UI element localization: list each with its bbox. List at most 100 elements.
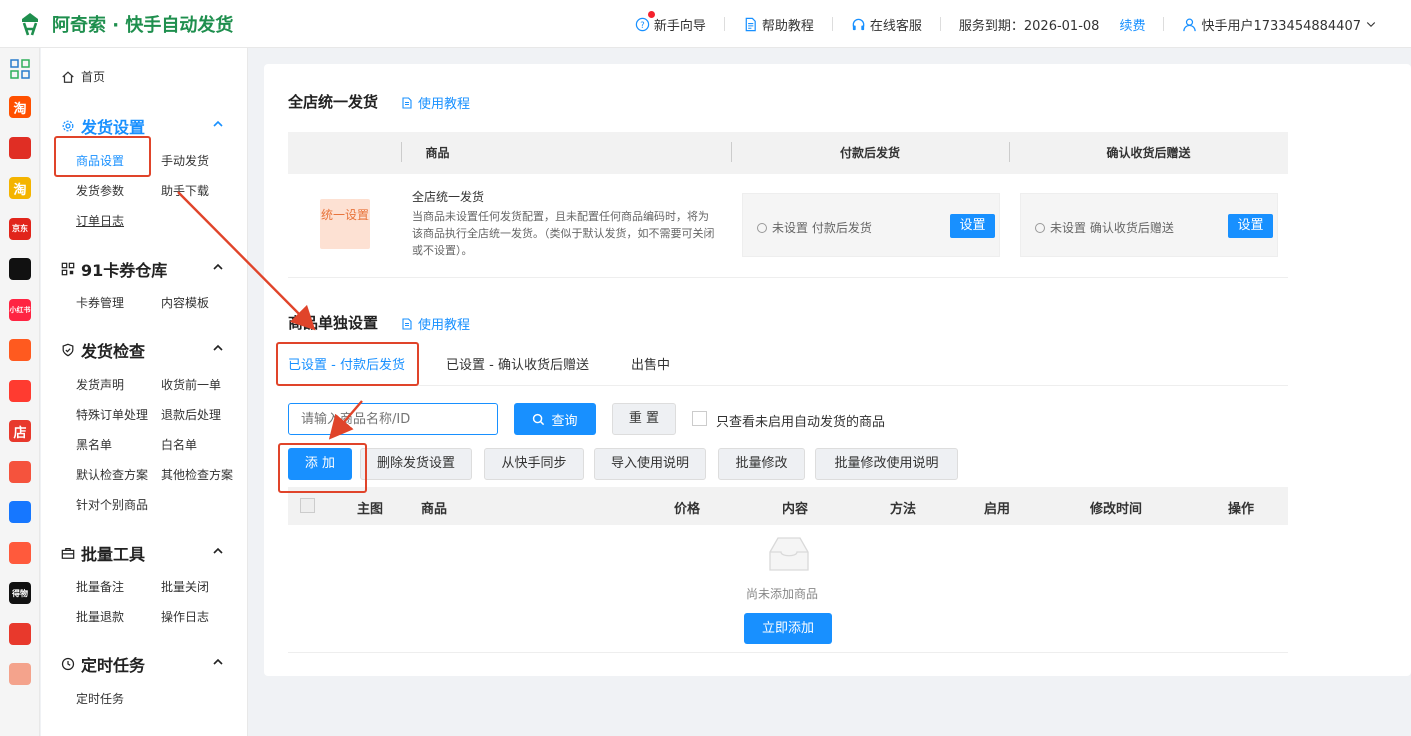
brand-logo[interactable]: 阿奇索 · 快手自动发货 xyxy=(16,10,233,38)
sidebar-item-default-check-plan[interactable]: 默认检查方案 xyxy=(76,466,148,483)
link-app-icon[interactable] xyxy=(9,501,31,523)
pay-delivery-radio[interactable]: 未设置 付款后发货 xyxy=(757,219,872,236)
taobao-app-icon[interactable]: 淘 xyxy=(9,96,31,118)
sidebar-item-batch-refund[interactable]: 批量退款 xyxy=(76,608,124,625)
product-table-header: 主图 商品 价格 内容 方法 启用 修改时间 操作 xyxy=(288,487,1288,525)
header-product: 商品 xyxy=(425,146,450,160)
sidebar-item-order-log[interactable]: 订单日志 xyxy=(76,212,124,229)
empty-state-text: 尚未添加商品 xyxy=(746,587,819,601)
sidebar-item-operation-log[interactable]: 操作日志 xyxy=(161,608,209,625)
col-enabled: 启用 xyxy=(984,502,1011,517)
chevron-up-icon[interactable] xyxy=(213,546,223,556)
douyin-app-icon[interactable] xyxy=(9,258,31,280)
sidebar-item-delivery-statement[interactable]: 发货声明 xyxy=(76,376,124,393)
confirm-gift-set-button[interactable]: 设置 xyxy=(1228,214,1273,238)
sidebar-item-content-template[interactable]: 内容模板 xyxy=(161,294,209,311)
sidebar-item-before-receipt[interactable]: 收货前一单 xyxy=(161,376,221,393)
sidebar-item-specific-products[interactable]: 针对个别商品 xyxy=(76,496,148,513)
batch-edit-button[interactable]: 批量修改 xyxy=(718,448,805,480)
brand-name: 阿奇索 · 快手自动发货 xyxy=(52,15,234,36)
store-table-header: 商品 付款后发货 确认收货后赠送 xyxy=(288,132,1288,174)
sidebar-item-card-management[interactable]: 卡券管理 xyxy=(76,294,124,311)
sidebar-item-blacklist[interactable]: 黑名单 xyxy=(76,436,112,453)
sidebar-item-batch-close[interactable]: 批量关闭 xyxy=(161,578,209,595)
chevron-up-icon[interactable] xyxy=(213,262,223,272)
col-method: 方法 xyxy=(890,502,917,517)
shield-icon xyxy=(62,343,74,357)
highlight-add-button xyxy=(278,443,367,493)
import-instructions-button[interactable]: 导入使用说明 xyxy=(594,448,706,480)
dewu-app-icon[interactable]: 得物 xyxy=(9,582,31,604)
document-icon xyxy=(745,17,756,31)
col-content: 内容 xyxy=(782,502,809,517)
toolbox-icon xyxy=(61,548,75,559)
kuaishou-app-icon[interactable] xyxy=(9,339,31,361)
header-confirm-gift: 确认收货后赠送 xyxy=(1106,146,1191,160)
sidebar-group-card-warehouse[interactable]: 91卡券仓库 xyxy=(61,257,167,281)
user-menu[interactable]: 快手用户1733454884407 xyxy=(1182,15,1381,34)
confirm-gift-box: 未设置 确认收货后赠送 设置 xyxy=(1020,193,1278,257)
store-tutorial-link[interactable]: 使用教程 xyxy=(401,93,470,112)
sidebar-group-delivery-check[interactable]: 发货检查 xyxy=(61,338,145,362)
sidebar-item-assistant-download[interactable]: 助手下载 xyxy=(161,182,209,199)
user-icon xyxy=(1183,18,1197,31)
item-tutorial-link[interactable]: 使用教程 xyxy=(401,314,470,333)
notification-dot xyxy=(647,10,655,18)
chevron-up-icon[interactable] xyxy=(213,119,223,129)
sync-kuaishou-button[interactable]: 从快手同步 xyxy=(484,448,584,480)
sidebar-item-batch-remark[interactable]: 批量备注 xyxy=(76,578,124,595)
add-now-button[interactable]: 立即添加 xyxy=(744,613,832,644)
store-app-icon[interactable]: 淘 xyxy=(9,177,31,199)
app-strip: 淘淘京东 小红书店得物 xyxy=(0,48,40,736)
sidebar-item-manual-delivery[interactable]: 手动发货 xyxy=(161,152,209,169)
sidebar-group-delivery-settings[interactable]: 发货设置 xyxy=(61,114,145,138)
help-link[interactable]: 帮助教程 xyxy=(743,15,814,34)
sidebar-item-delivery-params[interactable]: 发货参数 xyxy=(76,182,124,199)
unified-setting-badge: 统一设置 xyxy=(320,199,370,249)
reset-button[interactable]: 重 置 xyxy=(612,403,676,435)
tab-on-sale[interactable]: 出售中 xyxy=(631,354,670,373)
sidebar-item-other-check-plan[interactable]: 其他检查方案 xyxy=(161,466,233,483)
item-section-title: 商品单独设置 xyxy=(288,314,379,332)
svg-text:?: ? xyxy=(640,19,644,29)
question-icon: ? xyxy=(635,17,650,31)
dian-app-icon[interactable]: 店 xyxy=(9,420,31,442)
sidebar-group-scheduled-tasks[interactable]: 定时任务 xyxy=(61,652,145,676)
product-search-input[interactable] xyxy=(288,403,498,435)
pay-delivery-set-button[interactable]: 设置 xyxy=(950,214,995,238)
bolt-app-icon[interactable] xyxy=(9,622,31,645)
only-unenabled-checkbox[interactable] xyxy=(692,411,707,426)
xiaohongshu-app-icon[interactable]: 小红书 xyxy=(9,298,31,321)
smile-app-icon[interactable] xyxy=(9,541,31,564)
thumb-app-icon[interactable] xyxy=(9,379,31,402)
grid-app-icon[interactable] xyxy=(9,58,31,80)
tab-confirm-gift[interactable]: 已设置 - 确认收货后赠送 xyxy=(446,354,589,373)
chevron-up-icon[interactable] xyxy=(213,657,223,667)
col-product: 商品 xyxy=(421,502,448,517)
sidebar-item-scheduled-task[interactable]: 定时任务 xyxy=(76,690,124,707)
bag-app-icon[interactable] xyxy=(9,460,31,483)
item-tabs: 已设置 - 付款后发货 已设置 - 确认收货后赠送 出售中 xyxy=(288,346,1288,386)
sidebar-item-whitelist[interactable]: 白名单 xyxy=(161,436,197,453)
query-button[interactable]: 查询 xyxy=(514,403,596,435)
col-price: 价格 xyxy=(674,502,701,517)
chevron-up-icon[interactable] xyxy=(213,343,223,353)
pinduoduo-app-icon[interactable] xyxy=(9,136,31,159)
confirm-gift-radio[interactable]: 未设置 确认收货后赠送 xyxy=(1035,219,1174,236)
sidebar-item-after-refund[interactable]: 退款后处理 xyxy=(161,406,221,423)
document-icon xyxy=(402,317,412,330)
service-link[interactable]: 在线客服 xyxy=(851,15,922,34)
delete-delivery-settings-button[interactable]: 删除发货设置 xyxy=(360,448,472,480)
guide-link[interactable]: ? 新手向导 xyxy=(635,10,706,34)
sidebar-item-home[interactable]: 首页 xyxy=(61,68,105,85)
jd-app-icon[interactable]: 京东 xyxy=(9,217,31,240)
renew-link[interactable]: 续费 xyxy=(1119,15,1145,34)
shopee-app-icon[interactable] xyxy=(9,663,31,685)
chevron-down-icon xyxy=(1366,22,1376,28)
sidebar-group-batch-tools[interactable]: 批量工具 xyxy=(61,541,145,565)
headset-icon xyxy=(852,18,865,30)
store-row-description: 当商品未设置任何发货配置，且未配置任何商品编码时，将为该商品执行全店统一发货。（… xyxy=(412,210,715,257)
sidebar-item-special-orders[interactable]: 特殊订单处理 xyxy=(76,406,148,423)
select-all-checkbox[interactable] xyxy=(300,498,315,513)
batch-edit-instructions-button[interactable]: 批量修改使用说明 xyxy=(815,448,958,480)
